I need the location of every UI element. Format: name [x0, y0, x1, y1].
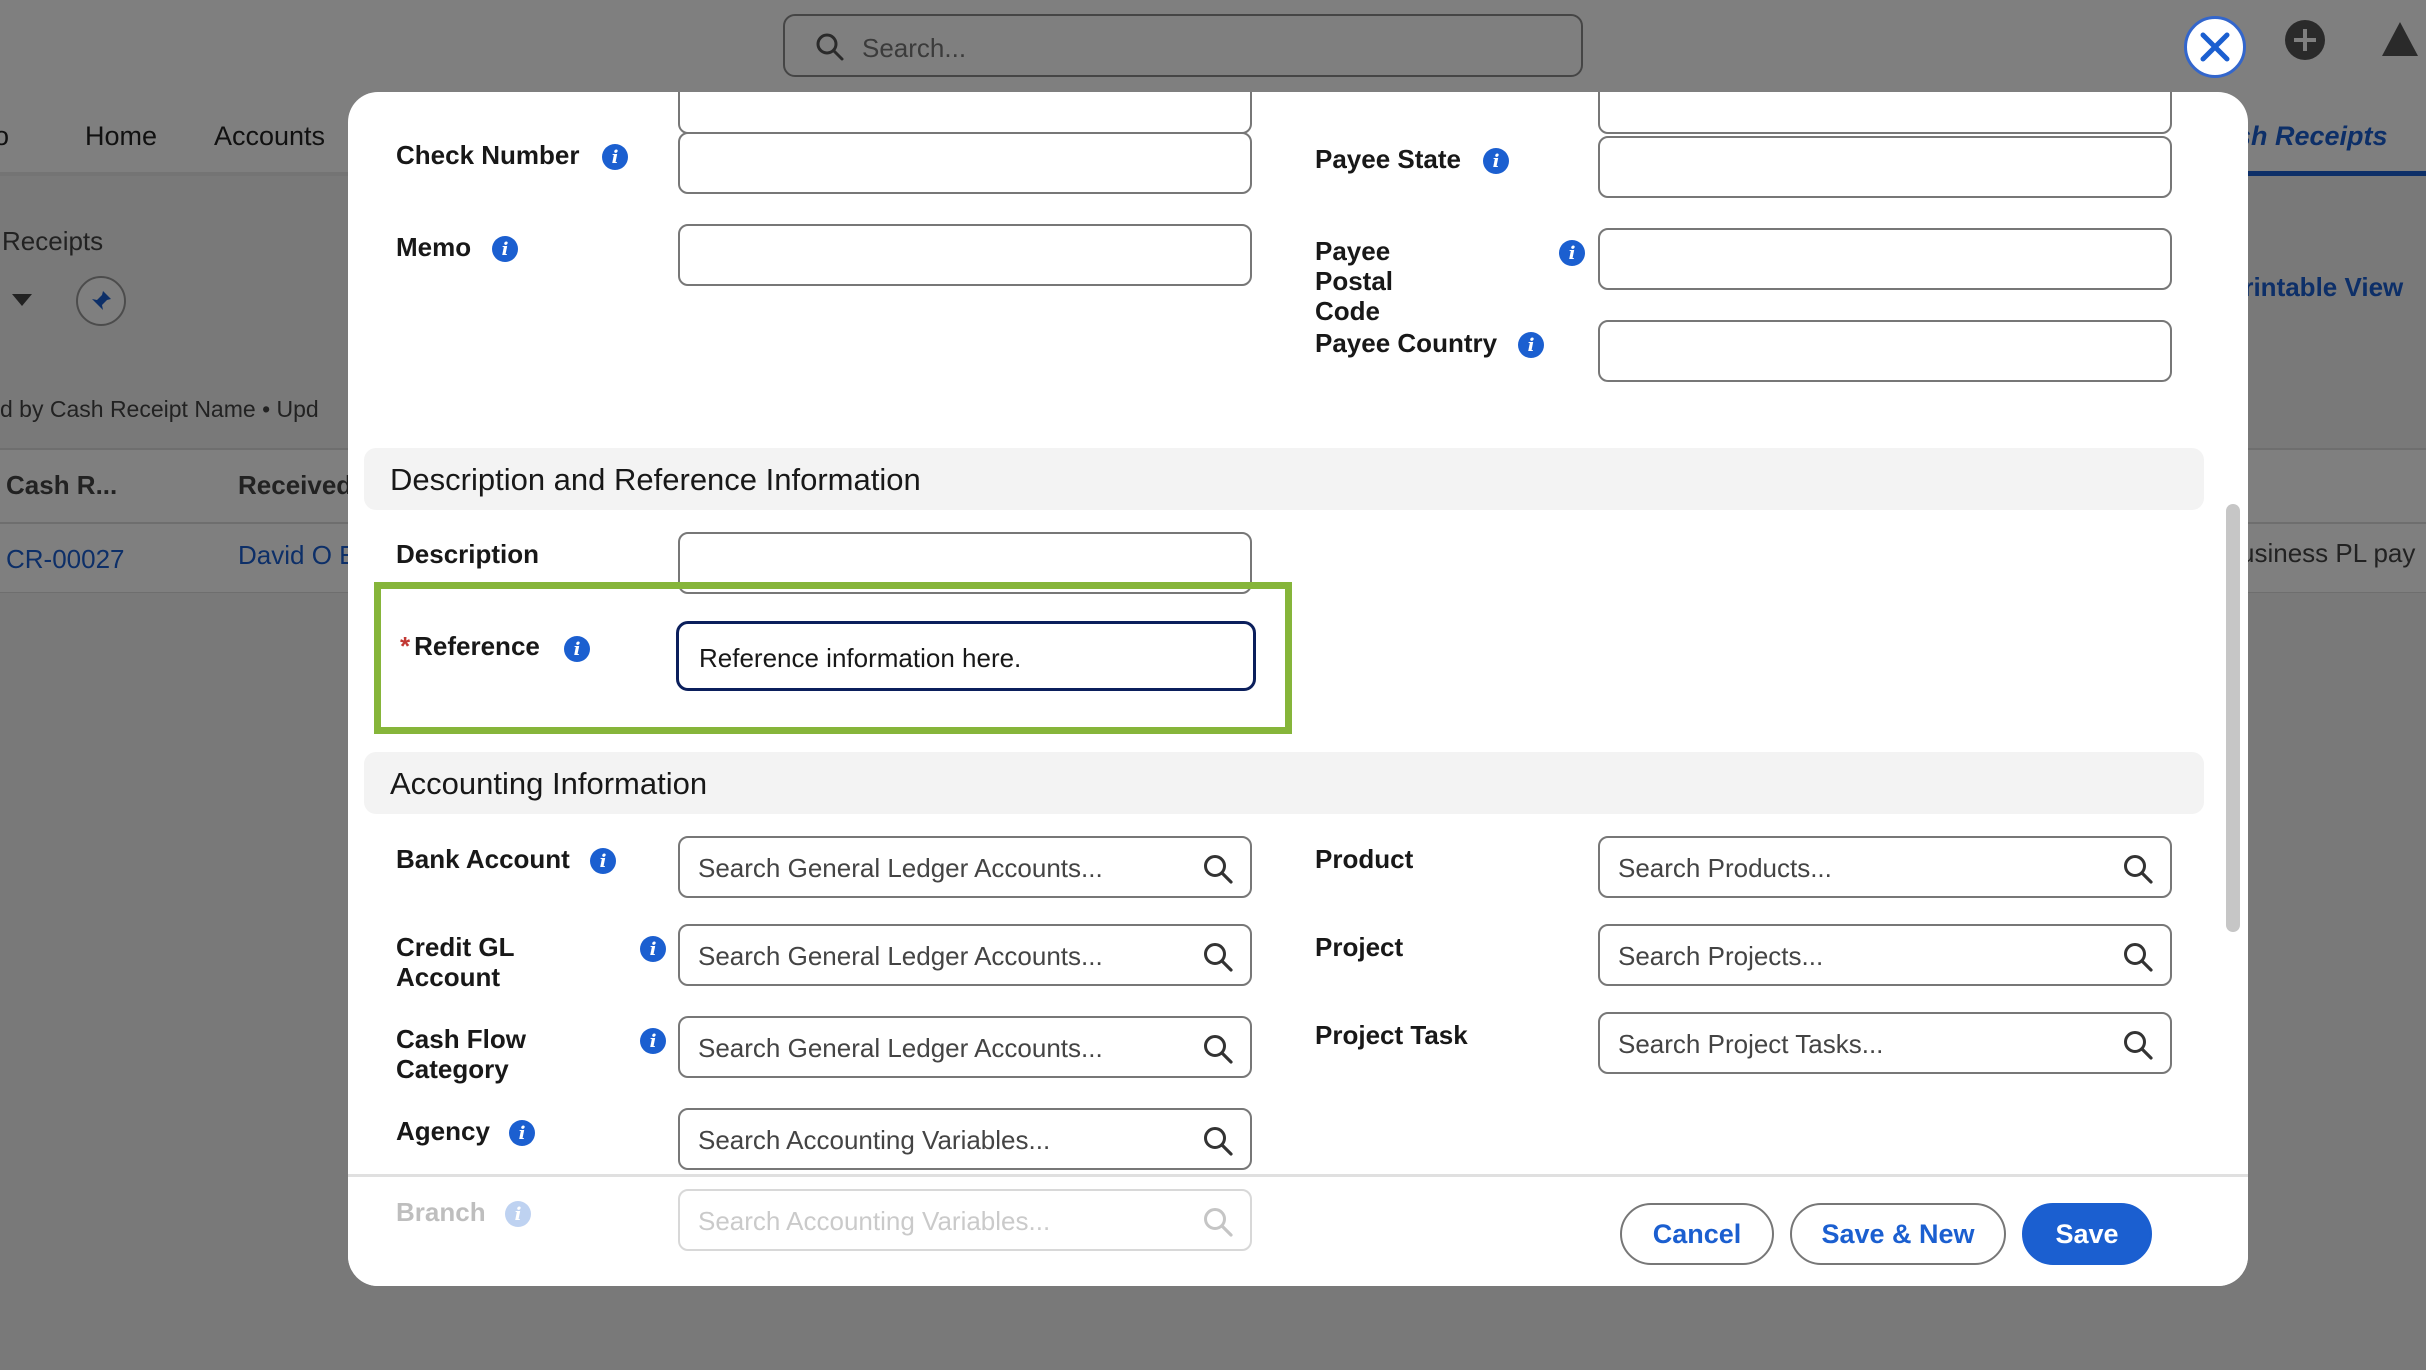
project-label: Project [1315, 932, 1404, 962]
previous-right-field-input[interactable] [1598, 92, 2172, 134]
branch-placeholder: Search Accounting Variables... [698, 1206, 1051, 1236]
info-icon[interactable]: i [509, 1120, 535, 1146]
cancel-button[interactable]: Cancel [1620, 1203, 1774, 1265]
cash-flow-category-lookup[interactable]: Search General Ledger Accounts... [678, 1016, 1252, 1078]
product-label: Product [1315, 844, 1414, 874]
info-icon[interactable]: i [1518, 332, 1544, 358]
bank-account-lookup[interactable]: Search General Ledger Accounts... [678, 836, 1252, 898]
info-icon[interactable]: i [590, 848, 616, 874]
description-label: Description [396, 539, 540, 569]
payee-state-input[interactable] [1598, 136, 2172, 198]
project-placeholder: Search Projects... [1618, 941, 1824, 971]
branch-lookup[interactable]: Search Accounting Variables... [678, 1189, 1252, 1251]
modal-body: Check Number i Memo i Payee State i Paye… [348, 92, 2248, 1174]
section-title: Description and Reference Information [390, 462, 921, 497]
payee-postal-code-label: Payee Postal Code [1315, 236, 1394, 326]
cash-flow-category-label: Cash Flow Category [396, 1024, 527, 1084]
agency-label: Agency [396, 1116, 490, 1146]
product-placeholder: Search Products... [1618, 853, 1832, 883]
memo-input[interactable] [678, 224, 1252, 286]
info-icon[interactable]: i [640, 936, 666, 962]
section-accounting-information[interactable]: Accounting Information [364, 752, 2204, 814]
project-task-lookup[interactable]: Search Project Tasks... [1598, 1012, 2172, 1074]
info-icon[interactable]: i [492, 236, 518, 262]
search-icon[interactable] [2122, 941, 2154, 973]
credit-gl-account-lookup[interactable]: Search General Ledger Accounts... [678, 924, 1252, 986]
close-modal-button[interactable] [2184, 16, 2246, 78]
payee-state-label: Payee State [1315, 144, 1461, 174]
info-icon[interactable]: i [1483, 148, 1509, 174]
modal-footer: Branch i Search Accounting Variables... … [348, 1174, 2248, 1286]
reference-input[interactable]: Reference information here. [676, 621, 1256, 691]
close-icon [2198, 30, 2232, 64]
search-icon[interactable] [1202, 1125, 1234, 1157]
save-button[interactable]: Save [2022, 1203, 2152, 1265]
search-icon[interactable] [1202, 941, 1234, 973]
info-icon[interactable]: i [564, 636, 590, 662]
search-icon[interactable] [2122, 853, 2154, 885]
check-number-label: Check Number [396, 140, 580, 170]
payee-country-input[interactable] [1598, 320, 2172, 382]
project-task-label: Project Task [1315, 1020, 1468, 1050]
modal-scrollbar[interactable] [2226, 504, 2240, 932]
agency-lookup[interactable]: Search Accounting Variables... [678, 1108, 1252, 1170]
required-mark: * [400, 631, 411, 661]
new-cash-receipt-modal: Check Number i Memo i Payee State i Paye… [348, 92, 2248, 1286]
search-icon [1202, 1206, 1234, 1238]
project-lookup[interactable]: Search Projects... [1598, 924, 2172, 986]
payee-country-label: Payee Country [1315, 328, 1498, 358]
check-number-input[interactable] [678, 132, 1252, 194]
credit-gl-account-placeholder: Search General Ledger Accounts... [698, 941, 1103, 971]
cash-flow-category-placeholder: Search General Ledger Accounts... [698, 1033, 1103, 1063]
info-icon[interactable]: i [602, 144, 628, 170]
reference-label-text: Reference [414, 631, 540, 661]
section-description-reference[interactable]: Description and Reference Information [364, 448, 2204, 510]
branch-label: Branch [396, 1197, 486, 1227]
credit-gl-account-label: Credit GL Account [396, 932, 514, 992]
search-icon[interactable] [1202, 853, 1234, 885]
bank-account-label: Bank Account [396, 844, 570, 874]
previous-field-input[interactable] [678, 92, 1252, 134]
info-icon[interactable]: i [1559, 240, 1585, 266]
save-and-new-button[interactable]: Save & New [1790, 1203, 2006, 1265]
product-lookup[interactable]: Search Products... [1598, 836, 2172, 898]
memo-label: Memo [396, 232, 472, 262]
bank-account-placeholder: Search General Ledger Accounts... [698, 853, 1103, 883]
reference-label: * Reference [400, 631, 540, 661]
search-icon[interactable] [2122, 1029, 2154, 1061]
info-icon[interactable]: i [640, 1028, 666, 1054]
info-icon: i [505, 1201, 531, 1227]
section-title: Accounting Information [390, 766, 708, 801]
agency-placeholder: Search Accounting Variables... [698, 1125, 1051, 1155]
search-icon[interactable] [1202, 1033, 1234, 1065]
project-task-placeholder: Search Project Tasks... [1618, 1029, 1884, 1059]
payee-postal-code-input[interactable] [1598, 228, 2172, 290]
reference-input-value: Reference information here. [699, 643, 1022, 673]
